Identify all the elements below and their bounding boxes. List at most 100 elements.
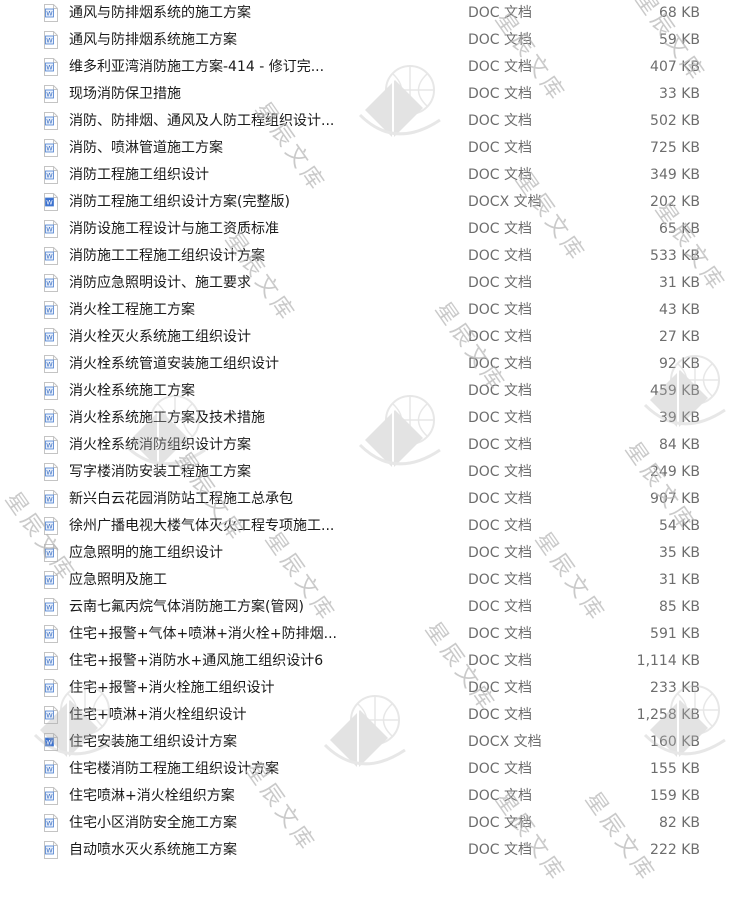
svg-text:W: W bbox=[46, 307, 53, 315]
file-size: 233 KB bbox=[650, 680, 700, 696]
file-size: 202 KB bbox=[650, 194, 700, 210]
word-doc-icon: W bbox=[44, 247, 58, 265]
svg-text:W: W bbox=[46, 739, 53, 747]
file-name: 消防、喷淋管道施工方案 bbox=[69, 140, 223, 156]
file-row[interactable]: W 通风与防排烟系统施工方案 DOC 文档 59 KB bbox=[0, 27, 750, 54]
file-size: 591 KB bbox=[650, 626, 700, 642]
svg-text:W: W bbox=[46, 361, 53, 369]
file-row[interactable]: W 住宅+报警+气体+喷淋+消火栓+防排烟... DOC 文档 591 KB bbox=[0, 621, 750, 648]
file-row[interactable]: W 住宅+报警+消火栓施工组织设计 DOC 文档 233 KB bbox=[0, 675, 750, 702]
svg-text:W: W bbox=[46, 820, 53, 828]
file-row[interactable]: W 通风与防排烟系统的施工方案 DOC 文档 68 KB bbox=[0, 0, 750, 27]
file-row[interactable]: W 消火栓工程施工方案 DOC 文档 43 KB bbox=[0, 297, 750, 324]
file-name: 维多利亚湾消防施工方案-414 - 修订完... bbox=[69, 59, 325, 75]
file-type: DOC 文档 bbox=[468, 599, 533, 615]
svg-text:W: W bbox=[46, 712, 53, 720]
svg-text:W: W bbox=[46, 550, 53, 558]
file-name: 消火栓系统施工方案 bbox=[69, 383, 195, 399]
file-row[interactable]: W 消防应急照明设计、施工要求 DOC 文档 31 KB bbox=[0, 270, 750, 297]
file-name: 消防应急照明设计、施工要求 bbox=[69, 275, 251, 291]
file-size: 92 KB bbox=[658, 356, 700, 372]
file-type: DOC 文档 bbox=[468, 167, 533, 183]
file-row[interactable]: W 消火栓系统施工方案 DOC 文档 459 KB bbox=[0, 378, 750, 405]
svg-text:W: W bbox=[46, 847, 53, 855]
word-doc-icon: W bbox=[44, 544, 58, 562]
file-row[interactable]: W 住宅喷淋+消火栓组织方案 DOC 文档 159 KB bbox=[0, 783, 750, 810]
word-doc-icon: W bbox=[44, 355, 58, 373]
file-size: 27 KB bbox=[658, 329, 700, 345]
file-name: 写字楼消防安装工程施工方案 bbox=[69, 464, 251, 480]
word-doc-icon: W bbox=[44, 760, 58, 778]
svg-text:W: W bbox=[46, 64, 53, 72]
file-name: 住宅+报警+气体+喷淋+消火栓+防排烟... bbox=[69, 626, 338, 642]
svg-text:W: W bbox=[46, 10, 53, 18]
file-size: 407 KB bbox=[650, 59, 700, 75]
word-doc-icon: W bbox=[44, 328, 58, 346]
word-doc-icon: W bbox=[44, 625, 58, 643]
file-type: DOC 文档 bbox=[468, 788, 533, 804]
svg-text:W: W bbox=[46, 415, 53, 423]
file-row[interactable]: W 徐州广播电视大楼气体灭火工程专项施工... DOC 文档 54 KB bbox=[0, 513, 750, 540]
word-doc-icon: W bbox=[44, 598, 58, 616]
file-size: 222 KB bbox=[650, 842, 700, 858]
file-size: 160 KB bbox=[650, 734, 700, 750]
file-row[interactable]: W 住宅小区消防安全施工方案 DOC 文档 82 KB bbox=[0, 810, 750, 837]
file-row[interactable]: W 维多利亚湾消防施工方案-414 - 修订完... DOC 文档 407 KB bbox=[0, 54, 750, 81]
file-type: DOC 文档 bbox=[468, 140, 533, 156]
file-type: DOC 文档 bbox=[468, 86, 533, 102]
file-type: DOCX 文档 bbox=[468, 734, 542, 750]
file-size: 159 KB bbox=[650, 788, 700, 804]
file-size: 31 KB bbox=[658, 275, 700, 291]
file-size: 84 KB bbox=[658, 437, 700, 453]
file-row[interactable]: W 消火栓系统消防组织设计方案 DOC 文档 84 KB bbox=[0, 432, 750, 459]
file-row[interactable]: W 住宅+喷淋+消火栓组织设计 DOC 文档 1,258 KB bbox=[0, 702, 750, 729]
file-row[interactable]: W 自动喷水灭火系统施工方案 DOC 文档 222 KB bbox=[0, 837, 750, 864]
file-size: 85 KB bbox=[658, 599, 700, 615]
file-name: 新兴白云花园消防站工程施工总承包 bbox=[69, 491, 293, 507]
file-name: 消火栓系统管道安装施工组织设计 bbox=[69, 356, 279, 372]
file-row[interactable]: W 住宅安装施工组织设计方案 DOCX 文档 160 KB bbox=[0, 729, 750, 756]
file-name: 自动喷水灭火系统施工方案 bbox=[69, 842, 237, 858]
file-row[interactable]: W 现场消防保卫措施 DOC 文档 33 KB bbox=[0, 81, 750, 108]
file-size: 533 KB bbox=[650, 248, 700, 264]
file-size: 249 KB bbox=[650, 464, 700, 480]
file-row[interactable]: W 消火栓系统管道安装施工组织设计 DOC 文档 92 KB bbox=[0, 351, 750, 378]
svg-text:W: W bbox=[46, 658, 53, 666]
file-row[interactable]: W 消防工程施工组织设计 DOC 文档 349 KB bbox=[0, 162, 750, 189]
file-row[interactable]: W 消防、喷淋管道施工方案 DOC 文档 725 KB bbox=[0, 135, 750, 162]
file-row[interactable]: W 消防工程施工组织设计方案(完整版) DOCX 文档 202 KB bbox=[0, 189, 750, 216]
file-size: 907 KB bbox=[650, 491, 700, 507]
file-size: 1,258 KB bbox=[636, 707, 700, 723]
file-name: 消防工程施工组织设计方案(完整版) bbox=[69, 194, 290, 210]
file-name: 消火栓系统施工方案及技术措施 bbox=[69, 410, 265, 426]
file-row[interactable]: W 消防施工工程施工组织设计方案 DOC 文档 533 KB bbox=[0, 243, 750, 270]
file-row[interactable]: W 住宅+报警+消防水+通风施工组织设计6 DOC 文档 1,114 KB bbox=[0, 648, 750, 675]
file-row[interactable]: W 云南七氟丙烷气体消防施工方案(管网) DOC 文档 85 KB bbox=[0, 594, 750, 621]
file-name: 消防设施工程设计与施工资质标准 bbox=[69, 221, 279, 237]
word-doc-icon: W bbox=[44, 679, 58, 697]
file-name: 徐州广播电视大楼气体灭火工程专项施工... bbox=[69, 518, 335, 534]
file-type: DOC 文档 bbox=[468, 842, 533, 858]
svg-text:W: W bbox=[46, 766, 53, 774]
svg-text:W: W bbox=[46, 577, 53, 585]
file-type: DOC 文档 bbox=[468, 356, 533, 372]
file-row[interactable]: W 住宅楼消防工程施工组织设计方案 DOC 文档 155 KB bbox=[0, 756, 750, 783]
file-row[interactable]: W 新兴白云花园消防站工程施工总承包 DOC 文档 907 KB bbox=[0, 486, 750, 513]
file-row[interactable]: W 消火栓灭火系统施工组织设计 DOC 文档 27 KB bbox=[0, 324, 750, 351]
svg-text:W: W bbox=[46, 226, 53, 234]
file-size: 59 KB bbox=[658, 32, 700, 48]
file-row[interactable]: W 消火栓系统施工方案及技术措施 DOC 文档 39 KB bbox=[0, 405, 750, 432]
file-row[interactable]: W 写字楼消防安装工程施工方案 DOC 文档 249 KB bbox=[0, 459, 750, 486]
file-name: 通风与防排烟系统的施工方案 bbox=[69, 5, 251, 21]
file-row[interactable]: W 消防设施工程设计与施工资质标准 DOC 文档 65 KB bbox=[0, 216, 750, 243]
file-type: DOC 文档 bbox=[468, 221, 533, 237]
file-type: DOC 文档 bbox=[468, 707, 533, 723]
file-row[interactable]: W 应急照明的施工组织设计 DOC 文档 35 KB bbox=[0, 540, 750, 567]
file-size: 43 KB bbox=[658, 302, 700, 318]
file-size: 68 KB bbox=[658, 5, 700, 21]
svg-text:W: W bbox=[46, 145, 53, 153]
file-name: 通风与防排烟系统施工方案 bbox=[69, 32, 237, 48]
file-type: DOC 文档 bbox=[468, 302, 533, 318]
file-row[interactable]: W 消防、防排烟、通风及人防工程组织设计... DOC 文档 502 KB bbox=[0, 108, 750, 135]
file-row[interactable]: W 应急照明及施工 DOC 文档 31 KB bbox=[0, 567, 750, 594]
